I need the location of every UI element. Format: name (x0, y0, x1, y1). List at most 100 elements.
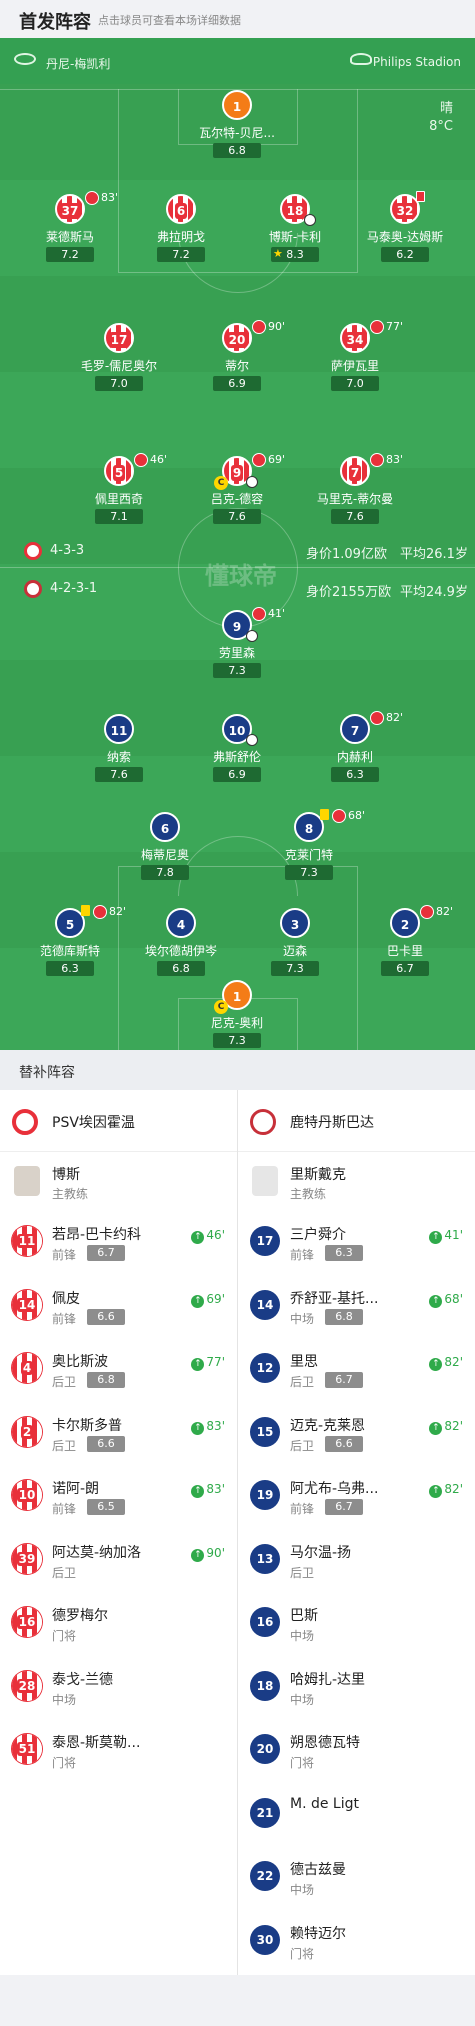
player-home-5[interactable]: 32 马泰奥-达姆斯 6.2 (350, 191, 460, 274)
sub-player-row[interactable]: 19 阿尤布-乌弗... 前锋 6.7 ↑ 82' (238, 1468, 475, 1531)
away-coach[interactable]: 里斯戴克 主教练 (238, 1152, 475, 1214)
sub-number-text: 19 (256, 1488, 274, 1502)
sub-number: 16 (250, 1607, 280, 1637)
player-away-5[interactable]: 5 82' 范德库斯特 6.3 (15, 905, 126, 988)
sub-player-row[interactable]: 11 若昂-巴卡约科 前锋 6.7 ↑ 46' (0, 1214, 237, 1277)
sub-number-text: 20 (256, 1742, 274, 1756)
sub-player-row[interactable]: 15 迈克-克莱恩 后卫 6.6 ↑ 82' (238, 1405, 475, 1468)
sub-player-row[interactable]: 51 泰恩-斯莫勒... 门将 (0, 1722, 237, 1785)
sub-name: 三户舜介 (290, 1227, 346, 1243)
sub-position: 后卫 (290, 1375, 315, 1389)
sub-player-row[interactable]: 13 马尔温-扬 后卫 (238, 1532, 475, 1595)
sub-player-row[interactable]: 20 朔恩德瓦特 门将 (238, 1722, 475, 1785)
home-team-row[interactable]: PSV埃因霍温 (0, 1090, 237, 1152)
player-home-4[interactable]: 18 博斯-卡利 8.3 ★ (240, 194, 350, 274)
player-home-3[interactable]: 6 弗拉明戈 7.2 (126, 194, 236, 274)
sub-name: 佩皮 (52, 1290, 80, 1307)
player-name: 克莱门特 (284, 848, 333, 862)
sub-rating: 6.8 (325, 1308, 363, 1325)
sub-player-row[interactable]: 2 卡尔斯多普 后卫 6.6 ↑ 83' (0, 1405, 237, 1468)
sub-player-row[interactable]: 14 乔舒亚-基托... 中场 6.8 ↑ 68' (238, 1278, 475, 1341)
player-away-2[interactable]: 2 82' 巴卡里 6.7 (350, 905, 460, 988)
sub-rating: 6.5 (87, 1499, 125, 1515)
sub-player-row[interactable]: 28 泰戈-兰德 中场 (0, 1659, 237, 1722)
player-away-gk[interactable]: 1 C 尼克-奥利 7.3 (182, 980, 292, 1050)
sub-number: 10 (12, 1480, 42, 1510)
sub-position: 后卫 (290, 1438, 315, 1453)
sub-player-row[interactable]: 18 哈姆扎-达里 中场 (238, 1659, 475, 1722)
away-subs-panel: 鹿特丹斯巴达 里斯戴克 主教练 17 三户舜介 前锋 6.3 ↑ 41' 14 乔舒亚-基托.… (238, 1090, 475, 1975)
sub-name: 阿达莫-纳加洛 (52, 1544, 142, 1561)
sub-off-icon (252, 320, 266, 334)
player-number: 7 (348, 465, 362, 481)
player-away-8[interactable]: 8 68' 克莱门特 7.3 (254, 809, 366, 892)
sub-name: 赖特迈尔 (290, 1925, 346, 1942)
sub-on-time: ↑ 41' (429, 1228, 463, 1244)
sub-position: 中场 (290, 1629, 315, 1643)
player-away-10[interactable]: 10 弗斯舒伦 6.9 (182, 714, 292, 794)
sub-on-icon: ↑ (191, 1358, 205, 1371)
home-coach[interactable]: 博斯 主教练 (0, 1152, 237, 1214)
sub-name: M. de Ligt (290, 1795, 359, 1812)
psv-logo-icon (24, 542, 42, 560)
player-home-7[interactable]: 20 90' 蒂尔 6.9 (182, 320, 292, 403)
player-name: 弗拉明戈 (156, 230, 205, 244)
player-away-9[interactable]: 9 41' 劳里森 7.3 (182, 607, 292, 690)
sub-number: 15 (250, 1416, 280, 1447)
sub-number: 14 (250, 1289, 280, 1320)
sub-player-row[interactable]: 30 赖特迈尔 门将 (238, 1913, 475, 1976)
sub-player-row[interactable]: 17 三户舜介 前锋 6.3 ↑ 41' (238, 1214, 475, 1277)
sub-player-row[interactable]: 21 M. de Ligt (238, 1786, 475, 1849)
sub-time: 46' (150, 453, 168, 466)
sub-position: 前锋 (290, 1248, 315, 1262)
sub-on-time: ↑ 69' (191, 1292, 225, 1308)
sub-player-row[interactable]: 14 佩皮 前锋 6.6 ↑ 69' (0, 1278, 237, 1341)
sub-time: 90' (268, 320, 286, 333)
sub-off-icon (420, 905, 434, 919)
sub-off-icon (93, 905, 107, 919)
player-home-8[interactable]: 34 77' 萨伊瓦里 7.0 (300, 320, 410, 403)
player-rating: 6.9 (213, 767, 261, 782)
sub-rating: 6.7 (325, 1372, 363, 1388)
sub-name: 奥比斯波 (52, 1354, 108, 1370)
player-away-7[interactable]: 7 82' 内赫利 6.3 (300, 711, 410, 794)
player-name: 瓦尔特-贝尼... (199, 126, 275, 140)
player-rating: 7.3 (213, 1033, 261, 1048)
sub-on-text: 82' (444, 1482, 463, 1496)
sub-player-row[interactable]: 12 里思 后卫 6.7 ↑ 82' (238, 1341, 475, 1404)
player-away-3[interactable]: 3 迈森 7.3 (240, 908, 350, 988)
player-number: 11 (104, 714, 134, 744)
home-formation: 4-3-3 (50, 543, 85, 558)
sub-name: 泰戈-兰德 (52, 1671, 114, 1688)
player-home-2[interactable]: 37 83' 莱德斯马 7.2 (15, 191, 125, 274)
pitch: 丹尼-梅凯利 Philips Stadion 晴 8°C 懂球帝 4-3-3 身… (0, 38, 475, 1050)
sub-position: 前锋 (290, 1502, 315, 1516)
player-home-9[interactable]: 5 46' 佩里西奇 7.1 (64, 453, 174, 536)
player-home-11[interactable]: 7 83' 马里克-蒂尔曼 7.6 (300, 453, 410, 536)
player-home-10[interactable]: 9 69' C 吕克-德容 7.6 (182, 453, 292, 536)
sub-player-row[interactable]: 10 诺阿-朗 前锋 6.5 ↑ 83' (0, 1468, 237, 1531)
sub-player-row[interactable]: 16 德罗梅尔 门将 (0, 1595, 237, 1658)
sub-position: 前锋 (52, 1248, 77, 1262)
player-home-gk[interactable]: 1 瓦尔特-贝尼... 6.8 (182, 90, 292, 170)
player-away-4[interactable]: 4 埃尔德胡伊岑 6.8 (126, 908, 236, 988)
player-home-6[interactable]: 17 毛罗-儒尼奥尔 7.0 (64, 323, 174, 403)
sub-name: 诺阿-朗 (52, 1481, 100, 1497)
sub-player-row[interactable]: 4 奥比斯波 后卫 6.8 ↑ 77' (0, 1341, 237, 1404)
sub-player-row[interactable]: 22 德古兹曼 中场 (238, 1849, 475, 1912)
player-rating: 7.6 (331, 509, 379, 524)
sub-number-text: 39 (16, 1551, 38, 1566)
sub-player-row[interactable]: 39 阿达莫-纳加洛 后卫 ↑ 90' (0, 1532, 237, 1595)
sub-name: 卡尔斯多普 (52, 1417, 122, 1434)
sub-player-row[interactable]: 16 巴斯 中场 (238, 1595, 475, 1658)
away-team-row[interactable]: 鹿特丹斯巴达 (238, 1090, 475, 1152)
sub-time: 68' (348, 809, 366, 822)
player-rating: 7.3 (271, 961, 319, 976)
sub-number-text: 30 (256, 1932, 274, 1947)
player-away-11[interactable]: 11 纳索 7.6 (64, 714, 174, 794)
player-away-6[interactable]: 6 梅蒂尼奥 7.8 (110, 812, 220, 892)
sub-rating: 6.7 (325, 1499, 363, 1515)
sub-position: 中场 (290, 1311, 315, 1326)
sub-on-text: 83' (206, 1482, 225, 1496)
sub-on-icon: ↑ (429, 1231, 443, 1244)
